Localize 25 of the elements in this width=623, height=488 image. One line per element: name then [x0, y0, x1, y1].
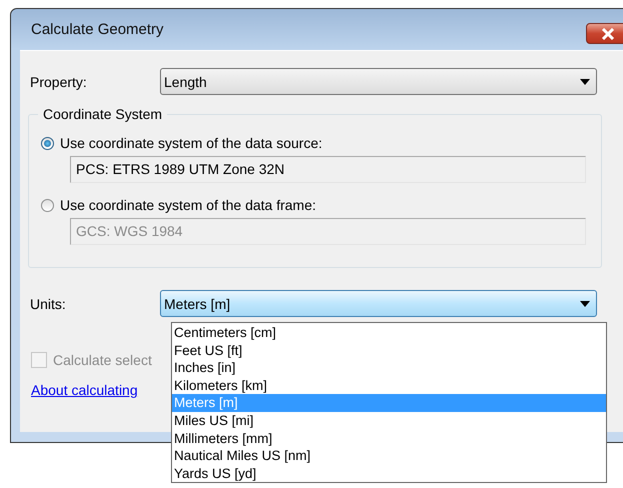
dropdown-arrow-icon [580, 78, 590, 84]
radio-option[interactable]: Use coordinate system of the data source: [41, 135, 601, 151]
readonly-field: GCS: WGS 1984 [70, 218, 586, 245]
unit-option[interactable]: Feet US [ft] [172, 342, 606, 360]
units-dropdown[interactable]: Meters [m] [160, 290, 597, 317]
unit-option[interactable]: Millimeters [mm] [172, 430, 606, 448]
unit-option[interactable]: Yards US [yd] [172, 464, 606, 482]
unit-option[interactable]: Miles US [mi] [172, 412, 606, 430]
unit-option[interactable]: Nautical Miles US [nm] [172, 447, 606, 465]
readonly-field: PCS: ETRS 1989 UTM Zone 32N [70, 156, 586, 183]
radio-option[interactable]: Use coordinate system of the data frame: [41, 197, 601, 213]
units-label: Units: [30, 296, 67, 312]
window-title: Calculate Geometry [31, 21, 164, 38]
property-label: Property: [30, 74, 88, 90]
group-title: Coordinate System [38, 106, 168, 122]
radio-button[interactable] [41, 198, 54, 212]
help-link[interactable]: About calculating [31, 382, 138, 398]
radio-button[interactable] [41, 136, 54, 150]
close-icon [600, 28, 614, 40]
dropdown-arrow-icon [580, 300, 590, 306]
unit-option[interactable]: Inches [in] [172, 359, 606, 377]
close-button[interactable] [586, 23, 623, 44]
unit-option[interactable]: Centimeters [cm] [172, 324, 606, 342]
property-dropdown[interactable]: Length [160, 68, 597, 95]
unit-option[interactable]: Kilometers [km] [172, 376, 606, 394]
